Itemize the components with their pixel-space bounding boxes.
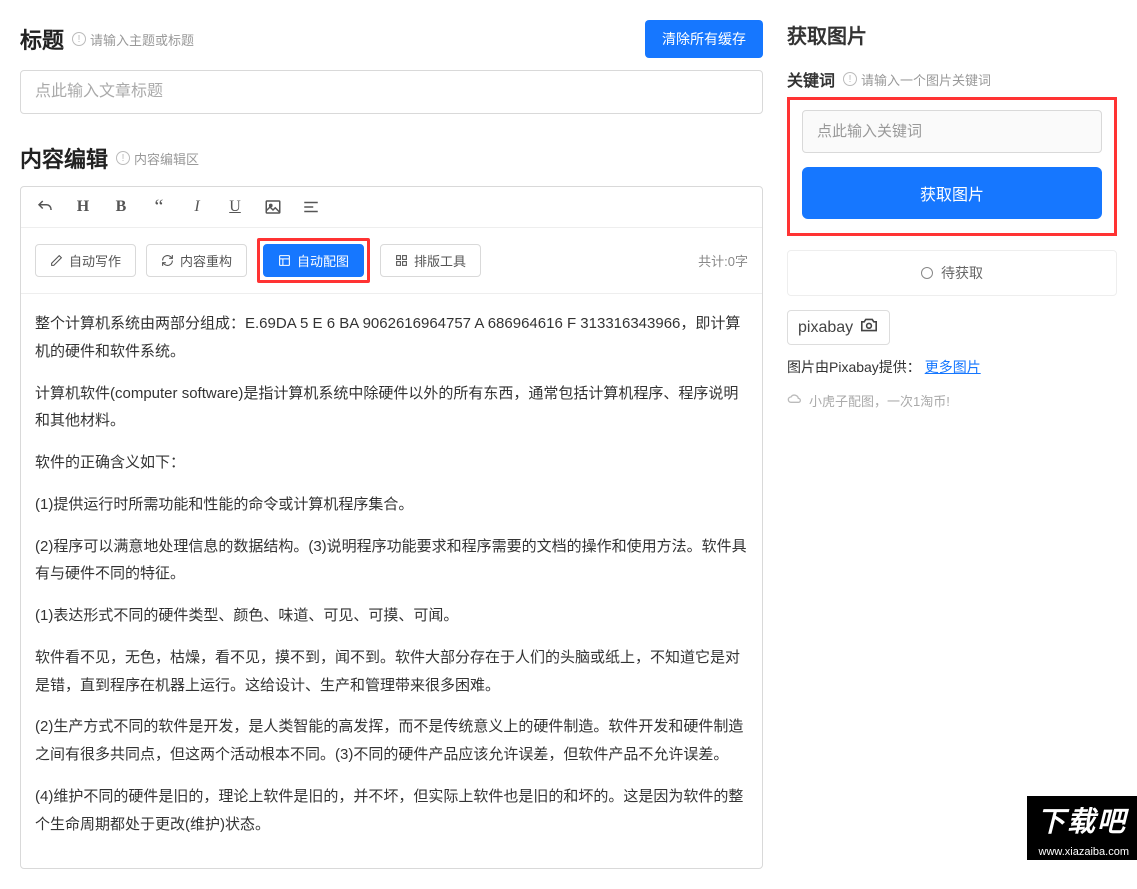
undo-icon[interactable] — [35, 197, 55, 217]
highlight-auto-image: 自动配图 — [257, 238, 370, 283]
paragraph: 软件看不见，无色，枯燥，看不见，摸不到，闻不到。软件大部分存在于人们的头脑或纸上… — [35, 644, 748, 700]
watermark-url: www.xiazaiba.com — [1027, 844, 1137, 860]
clear-cache-button[interactable]: 清除所有缓存 — [645, 20, 763, 58]
info-icon: ! — [116, 151, 130, 165]
paragraph: 整个计算机系统由两部分组成：E.69DA 5 E 6 BA 9062616964… — [35, 310, 748, 366]
tip-row: 小虎子配图，一次1淘币! — [787, 391, 1117, 410]
fetch-image-title: 获取图片 — [787, 20, 1117, 49]
paragraph: (2)生产方式不同的软件是开发，是人类智能的高发挥，而不是传统意义上的硬件制造。… — [35, 713, 748, 769]
word-count: 共计:0字 — [698, 251, 748, 270]
keyword-input[interactable] — [802, 110, 1102, 153]
layout-icon — [278, 254, 291, 267]
restructure-button[interactable]: 内容重构 — [146, 244, 247, 277]
info-icon: ! — [843, 72, 857, 86]
watermark: 下载吧 www.xiazaiba.com — [1027, 796, 1137, 860]
article-title-input[interactable] — [20, 70, 763, 114]
watermark-text: 下载吧 — [1027, 796, 1137, 844]
content-hint: ! 内容编辑区 — [116, 149, 199, 168]
pixabay-logo: pixabay — [787, 310, 890, 345]
paragraph: (4)维护不同的硬件是旧的，理论上软件是旧的，并不坏，但实际上软件也是旧的和坏的… — [35, 783, 748, 839]
image-credit: 图片由Pixabay提供： 更多图片 — [787, 357, 1117, 377]
heading-icon[interactable]: H — [73, 197, 93, 217]
title-section-header: 标题 ! 请输入主题或标题 清除所有缓存 — [20, 20, 763, 58]
italic-icon[interactable]: I — [187, 197, 207, 217]
paragraph: 计算机软件(computer software)是指计算机系统中除硬件以外的所有… — [35, 380, 748, 436]
align-left-icon[interactable] — [301, 197, 321, 217]
info-icon: ! — [72, 32, 86, 46]
paragraph: (2)程序可以满意地处理信息的数据结构。(3)说明程序功能要求和程序需要的文档的… — [35, 533, 748, 589]
paragraph: (1)表达形式不同的硬件类型、颜色、味道、可见、可摸、可闻。 — [35, 602, 748, 630]
cloud-icon — [787, 393, 803, 408]
fetch-image-button[interactable]: 获取图片 — [802, 167, 1102, 219]
paragraph: 软件的正确含义如下： — [35, 449, 748, 477]
underline-icon[interactable]: U — [225, 197, 245, 217]
quote-icon[interactable]: “ — [149, 197, 169, 217]
keyword-label: 关键词 — [787, 67, 835, 91]
format-toolbar: H B “ I U — [21, 187, 762, 228]
layout-tool-button[interactable]: 排版工具 — [380, 244, 481, 277]
auto-image-button[interactable]: 自动配图 — [263, 244, 364, 277]
more-images-link[interactable]: 更多图片 — [925, 359, 981, 375]
image-icon[interactable] — [263, 197, 283, 217]
pencil-icon — [50, 254, 63, 267]
paragraph: (1)提供运行时所需功能和性能的命令或计算机程序集合。 — [35, 491, 748, 519]
content-section-header: 内容编辑 ! 内容编辑区 — [20, 142, 763, 174]
refresh-icon — [161, 254, 174, 267]
editor-content[interactable]: 整个计算机系统由两部分组成：E.69DA 5 E 6 BA 9062616964… — [21, 294, 762, 868]
pending-circle-icon — [921, 267, 933, 279]
auto-write-button[interactable]: 自动写作 — [35, 244, 136, 277]
action-toolbar: 自动写作 内容重构 自动配图 排版工具 共计:0字 — [21, 228, 762, 294]
title-hint: ! 请输入主题或标题 — [72, 30, 194, 49]
title-label: 标题 — [20, 23, 64, 55]
highlight-fetch-box: 获取图片 — [787, 97, 1117, 236]
content-label: 内容编辑 — [20, 142, 108, 174]
camera-icon — [859, 317, 879, 338]
editor-box: H B “ I U 自动写作 内容重构 — [20, 186, 763, 869]
grid-icon — [395, 254, 408, 267]
keyword-hint: ! 请输入一个图片关键词 — [843, 70, 991, 89]
pending-status: 待获取 — [787, 250, 1117, 296]
bold-icon[interactable]: B — [111, 197, 131, 217]
